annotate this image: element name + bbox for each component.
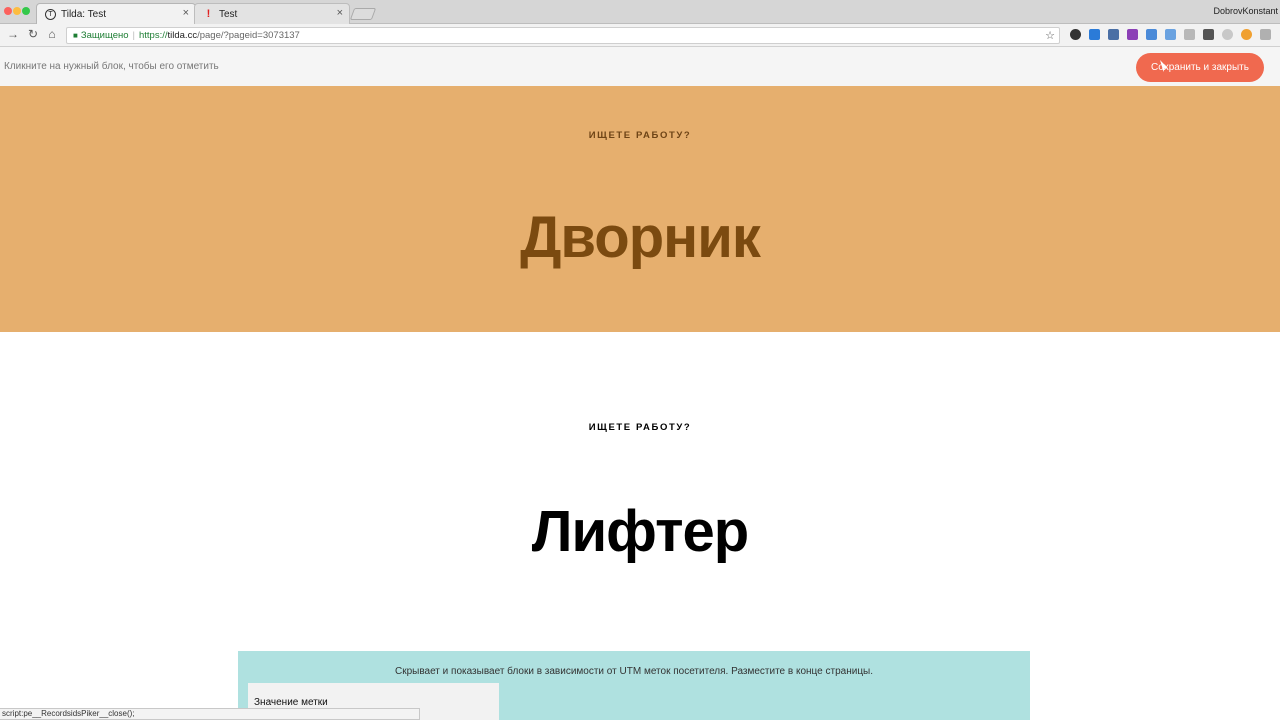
save-and-close-button[interactable]: Сохранить и закрыть — [1136, 53, 1264, 82]
extension-icon[interactable] — [1184, 29, 1195, 40]
back-arrow-icon[interactable]: → — [6, 27, 20, 41]
block-title: Дворник — [520, 205, 761, 270]
home-icon[interactable]: ⌂ — [45, 27, 59, 41]
profile-name[interactable]: DobrovKonstant — [1213, 6, 1278, 16]
secure-label: Защищено — [80, 30, 129, 41]
onenote-icon[interactable] — [1127, 29, 1138, 40]
browser-toolbar: → ↻ ⌂ ■ Защищено | https:// tilda.cc /pa… — [0, 24, 1280, 47]
url-scheme: https:// — [138, 30, 168, 41]
block-eyebrow: ИЩЕТЕ РАБОТУ? — [588, 130, 692, 141]
tab-tilda-test[interactable]: T Tilda: Test × — [36, 3, 196, 24]
reload-icon[interactable]: ↻ — [26, 27, 40, 41]
lock-icon: ■ — [73, 31, 78, 40]
address-bar[interactable]: ■ Защищено | https:// tilda.cc /page/?pa… — [66, 27, 1060, 44]
block-eyebrow: ИЩЕТЕ РАБОТУ? — [588, 422, 692, 433]
extension-icon[interactable] — [1222, 29, 1233, 40]
url-separator: | — [132, 30, 135, 41]
page-block-lift-operator[interactable]: ИЩЕТЕ РАБОТУ? Лифтер — [0, 332, 1280, 652]
url-path: /page/?pageid=3073137 — [197, 30, 300, 41]
tilda-favicon-icon: T — [45, 8, 56, 20]
window-minimize-button[interactable] — [13, 7, 21, 15]
translate-icon[interactable] — [1146, 29, 1157, 40]
tab-close-icon[interactable]: × — [183, 7, 189, 19]
extension-icon[interactable] — [1203, 29, 1214, 40]
tab-test[interactable]: ! Test × — [194, 3, 350, 24]
extension-icon[interactable] — [1089, 29, 1100, 40]
extension-icon[interactable] — [1241, 29, 1252, 40]
editor-hint: Кликните на нужный блок, чтобы его отмет… — [4, 61, 219, 72]
utm-description: Скрывает и показывает блоки в зависимост… — [394, 666, 874, 677]
page-block-janitor[interactable]: ИЩЕТЕ РАБОТУ? Дворник — [0, 86, 1280, 332]
extension-icon[interactable] — [1070, 29, 1081, 40]
extension-icon[interactable] — [1165, 29, 1176, 40]
utm-value-label: Значение метки — [254, 697, 328, 708]
extension-icon[interactable] — [1108, 29, 1119, 40]
browser-status-bar: script:pe__RecordsidsPiker__close(); — [0, 708, 420, 720]
new-tab-button[interactable] — [349, 8, 377, 20]
url-host: tilda.cc — [167, 30, 198, 41]
window-zoom-button[interactable] — [22, 7, 30, 15]
tab-label: Tilda: Test — [61, 8, 107, 20]
editor-topbar: Кликните на нужный блок, чтобы его отмет… — [0, 47, 1280, 86]
block-title: Лифтер — [531, 499, 749, 564]
tab-close-icon[interactable]: × — [337, 7, 343, 19]
browser-titlebar: T Tilda: Test × ! Test × DobrovKonstant — [0, 0, 1280, 24]
window-close-button[interactable] — [4, 7, 12, 15]
tab-label: Test — [219, 8, 238, 20]
bookmark-star-icon[interactable]: ☆ — [1045, 29, 1055, 42]
warning-favicon-icon: ! — [206, 8, 211, 20]
extension-icon[interactable] — [1260, 29, 1271, 40]
